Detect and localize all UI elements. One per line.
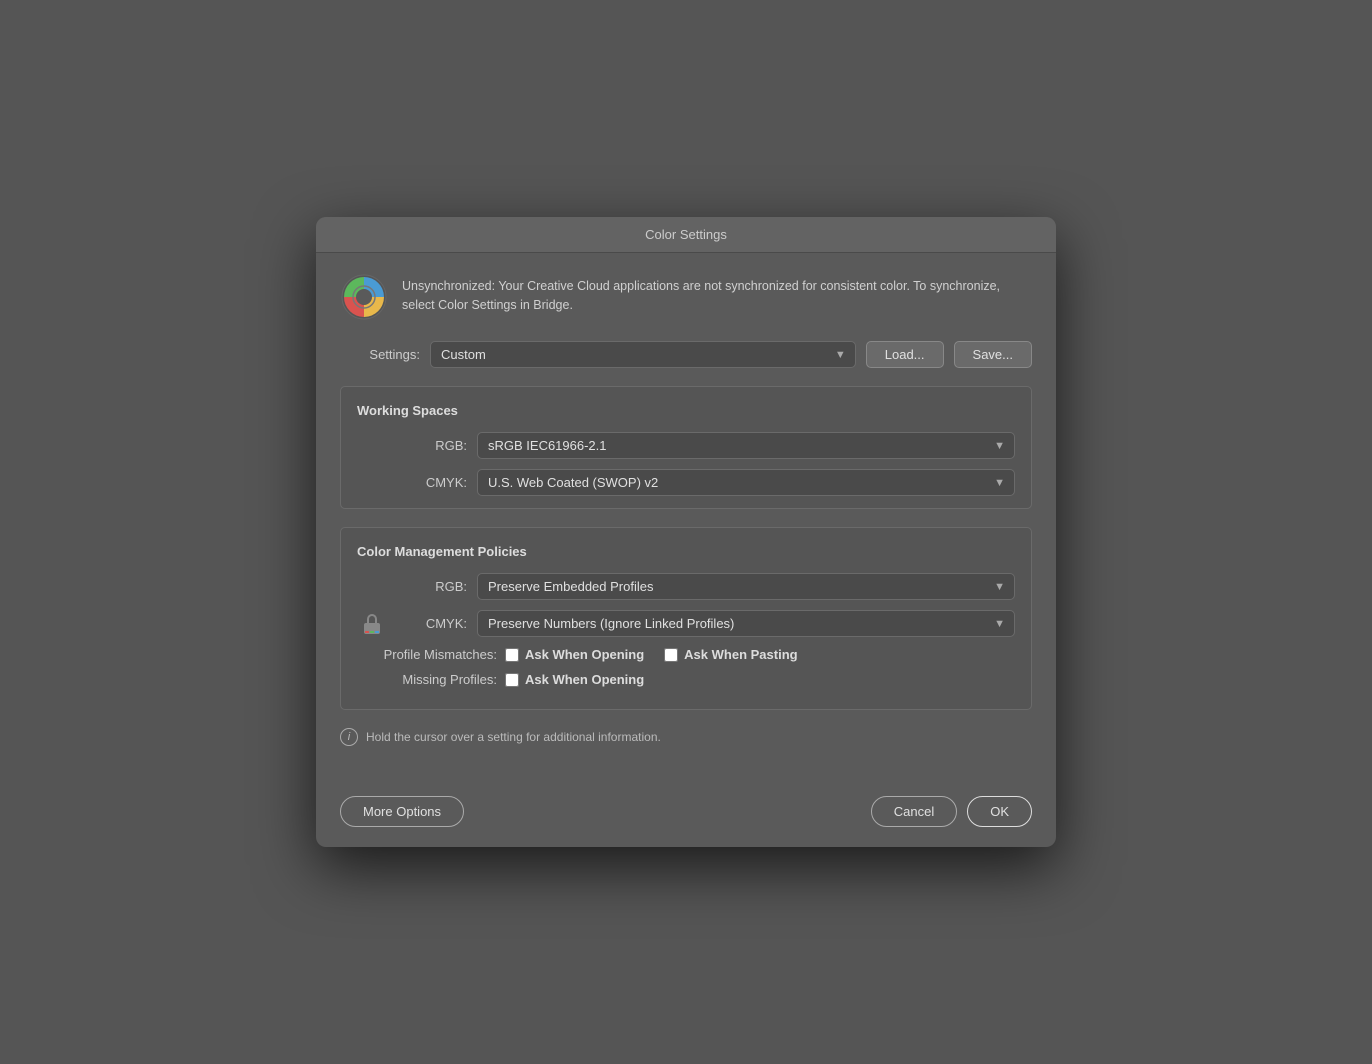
info-icon: i xyxy=(340,728,358,746)
profile-mismatches-checkboxes: Ask When Opening Ask When Pasting xyxy=(505,647,798,662)
missing-profiles-checkboxes: Ask When Opening xyxy=(505,672,644,687)
cmyk-label: CMYK: xyxy=(397,475,467,490)
ask-when-opening-mismatch-item[interactable]: Ask When Opening xyxy=(505,647,644,662)
missing-profiles-label: Missing Profiles: xyxy=(357,672,497,687)
cm-cmyk-select[interactable]: Preserve Numbers (Ignore Linked Profiles… xyxy=(477,610,1015,637)
ask-when-pasting-label: Ask When Pasting xyxy=(684,647,797,662)
sync-warning-text: Unsynchronized: Your Creative Cloud appl… xyxy=(402,273,1032,315)
dialog-title: Color Settings xyxy=(645,227,727,242)
cmyk-field-row: CMYK: U.S. Web Coated (SWOP) v2U.S. Shee… xyxy=(357,469,1015,496)
rgb-select[interactable]: sRGB IEC61966-2.1Adobe RGB (1998)ProPhot… xyxy=(477,432,1015,459)
settings-select-wrap: Custom North America General Purpose 2 N… xyxy=(430,341,856,368)
working-spaces-section: Working Spaces RGB: sRGB IEC61966-2.1Ado… xyxy=(340,386,1032,509)
cm-rgb-select-wrap: Preserve Embedded ProfilesConvert to Wor… xyxy=(477,573,1015,600)
title-bar: Color Settings xyxy=(316,217,1056,253)
rgb-label: RGB: xyxy=(397,438,467,453)
rgb-select-wrap: sRGB IEC61966-2.1Adobe RGB (1998)ProPhot… xyxy=(477,432,1015,459)
missing-ask-when-opening-label: Ask When Opening xyxy=(525,672,644,687)
cm-cmyk-row: CMYK: Preserve Numbers (Ignore Linked Pr… xyxy=(357,610,1015,637)
ask-when-pasting-item[interactable]: Ask When Pasting xyxy=(664,647,797,662)
profile-mismatches-label: Profile Mismatches: xyxy=(357,647,497,662)
color-settings-dialog: Color Settings Unsynch xyxy=(316,217,1056,847)
cm-cmyk-select-wrap: Preserve Numbers (Ignore Linked Profiles… xyxy=(477,610,1015,637)
footer: More Options Cancel OK xyxy=(316,780,1056,847)
profile-mismatches-row: Profile Mismatches: Ask When Opening Ask… xyxy=(357,647,1015,662)
lock-icon-wrap xyxy=(357,612,387,636)
ask-when-opening-mismatch-label: Ask When Opening xyxy=(525,647,644,662)
sync-warning: Unsynchronized: Your Creative Cloud appl… xyxy=(340,273,1032,321)
lock-icon xyxy=(360,612,384,636)
missing-profiles-row: Missing Profiles: Ask When Opening xyxy=(357,672,1015,687)
cmyk-select-wrap: U.S. Web Coated (SWOP) v2U.S. Sheetfed C… xyxy=(477,469,1015,496)
color-management-section: Color Management Policies RGB: Preserve … xyxy=(340,527,1032,710)
missing-ask-when-opening-checkbox[interactable] xyxy=(505,673,519,687)
color-management-title: Color Management Policies xyxy=(357,544,1015,559)
cm-rgb-label: RGB: xyxy=(397,579,467,594)
footer-right: Cancel OK xyxy=(871,796,1032,827)
save-button[interactable]: Save... xyxy=(954,341,1032,368)
footer-left: More Options xyxy=(340,796,464,827)
settings-select[interactable]: Custom North America General Purpose 2 N… xyxy=(430,341,856,368)
rgb-field-row: RGB: sRGB IEC61966-2.1Adobe RGB (1998)Pr… xyxy=(357,432,1015,459)
working-spaces-title: Working Spaces xyxy=(357,403,1015,418)
load-button[interactable]: Load... xyxy=(866,341,944,368)
ask-when-pasting-checkbox[interactable] xyxy=(664,648,678,662)
settings-label: Settings: xyxy=(340,347,420,362)
adobe-logo-svg xyxy=(340,273,388,321)
info-row: i Hold the cursor over a setting for add… xyxy=(340,728,1032,746)
cm-rgb-select[interactable]: Preserve Embedded ProfilesConvert to Wor… xyxy=(477,573,1015,600)
dialog-body: Unsynchronized: Your Creative Cloud appl… xyxy=(316,253,1056,780)
settings-row: Settings: Custom North America General P… xyxy=(340,341,1032,368)
missing-ask-when-opening-item[interactable]: Ask When Opening xyxy=(505,672,644,687)
more-options-button[interactable]: More Options xyxy=(340,796,464,827)
cmyk-select[interactable]: U.S. Web Coated (SWOP) v2U.S. Sheetfed C… xyxy=(477,469,1015,496)
ask-when-opening-mismatch-checkbox[interactable] xyxy=(505,648,519,662)
adobe-icon xyxy=(340,273,388,321)
cancel-button[interactable]: Cancel xyxy=(871,796,957,827)
ok-button[interactable]: OK xyxy=(967,796,1032,827)
cm-rgb-row: RGB: Preserve Embedded ProfilesConvert t… xyxy=(357,573,1015,600)
info-text: Hold the cursor over a setting for addit… xyxy=(366,730,661,744)
cm-cmyk-label: CMYK: xyxy=(397,616,467,631)
